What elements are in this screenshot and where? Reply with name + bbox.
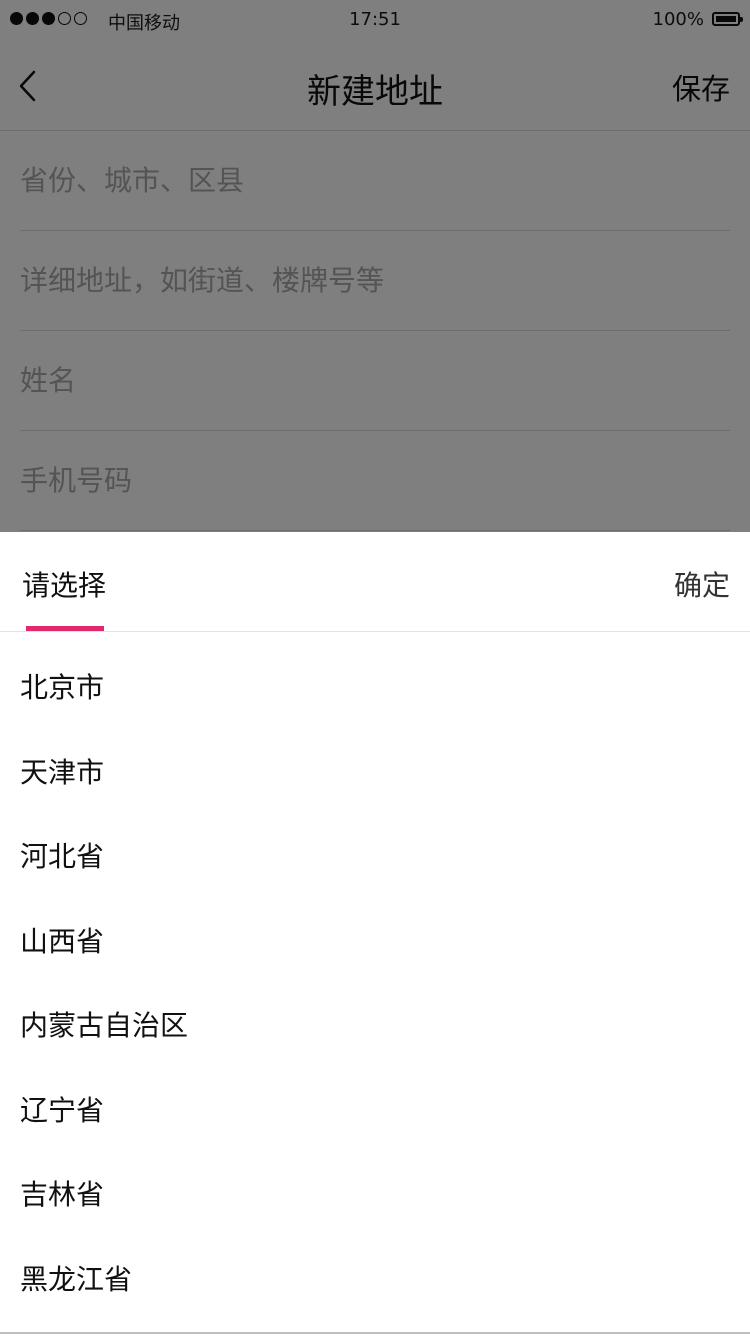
new-address-page: 中国移动 17:51 100% 新建地址 保存 请选择 确 (0, 0, 750, 1334)
list-item[interactable]: 北京市 (0, 632, 750, 717)
list-item[interactable]: 山西省 (0, 886, 750, 971)
list-item[interactable]: 吉林省 (0, 1139, 750, 1224)
list-item[interactable]: 内蒙古自治区 (0, 970, 750, 1055)
list-item[interactable]: 辽宁省 (0, 1055, 750, 1140)
tab-please-select[interactable]: 请选择 (22, 564, 106, 604)
picker-header: 请选择 确定 (0, 532, 750, 632)
list-item[interactable]: 黑龙江省 (0, 1224, 750, 1309)
list-item[interactable]: 天津市 (0, 717, 750, 802)
confirm-button[interactable]: 确定 (674, 564, 730, 604)
list-item[interactable]: 河北省 (0, 801, 750, 886)
region-picker-sheet: 请选择 确定 北京市 天津市 河北省 山西省 内蒙古自治区 辽宁省 吉林省 黑龙… (0, 532, 750, 1334)
modal-backdrop[interactable] (0, 0, 750, 532)
province-list: 北京市 天津市 河北省 山西省 内蒙古自治区 辽宁省 吉林省 黑龙江省 (0, 632, 750, 1308)
active-tab-indicator (26, 626, 104, 631)
